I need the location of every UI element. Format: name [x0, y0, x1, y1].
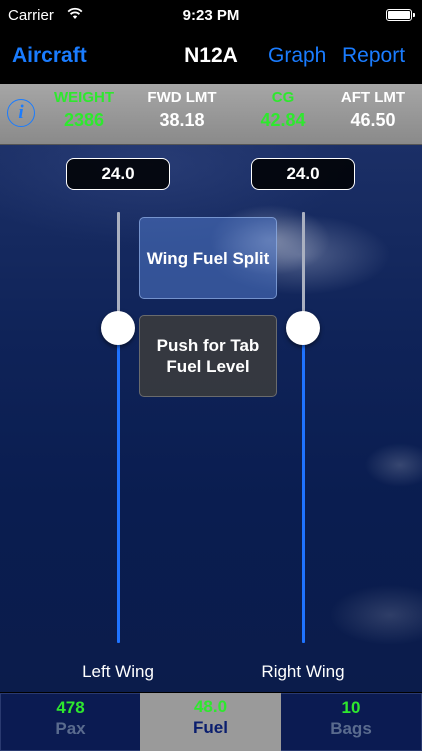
cg-label: CG [271, 89, 295, 106]
cg-value: 42.84 [260, 110, 306, 130]
cg-metric: CG 42.84 [233, 89, 333, 131]
fuel-label: Fuel [193, 718, 228, 737]
aft-limit-metric: AFT LMT 46.50 [323, 89, 422, 131]
weight-label: WEIGHT [54, 89, 114, 106]
right-slider-track-filled[interactable] [301, 328, 305, 643]
left-wing-label: Left Wing [82, 662, 154, 681]
tab-fuel[interactable]: 48.0 Fuel [140, 693, 281, 751]
fwd-limit-value: 38.18 [159, 110, 205, 130]
fuel-value: 48.0 [193, 697, 228, 716]
navigation-bar: Aircraft N12A Graph Report [0, 32, 422, 84]
pax-label: Pax [55, 719, 86, 738]
wing-fuel-split-label: Wing Fuel Split [146, 248, 270, 268]
clock: 9:23 PM [182, 7, 240, 24]
tab-fuel-level-label: Push for Tab Fuel Level [156, 336, 260, 376]
right-fuel-readout: 24.0 [251, 158, 355, 190]
tab-bar: 478 Pax 48.0 Fuel 10 Bags [0, 692, 422, 751]
tab-fuel-level-button[interactable]: Push for Tab Fuel Level [139, 315, 277, 397]
right-wing-label: Right Wing [261, 662, 345, 681]
graph-button[interactable]: Graph [268, 44, 326, 68]
tab-pax[interactable]: 478 Pax [0, 693, 140, 751]
tab-bags[interactable]: 10 Bags [281, 693, 422, 751]
battery-icon [386, 9, 415, 21]
left-slider-track-filled[interactable] [116, 328, 120, 643]
pax-value: 478 [56, 698, 85, 717]
left-fuel-readout: 24.0 [66, 158, 170, 190]
right-wing-fuel-slider-thumb[interactable] [286, 311, 320, 346]
bags-value: 10 [341, 698, 361, 717]
weight-balance-summary: i WEIGHT 2386 FWD LMT 38.18 CG 42.84 AFT… [0, 84, 422, 145]
info-icon[interactable]: i [7, 99, 35, 127]
fwd-limit-metric: FWD LMT 38.18 [132, 89, 232, 131]
weight-value: 2386 [63, 110, 105, 130]
aft-limit-label: AFT LMT [340, 89, 406, 106]
weight-metric: WEIGHT 2386 [34, 89, 134, 131]
wing-fuel-split-button[interactable]: Wing Fuel Split [139, 217, 277, 299]
report-button[interactable]: Report [342, 44, 405, 68]
aft-limit-value: 46.50 [350, 110, 396, 130]
left-wing-fuel-slider-thumb[interactable] [101, 311, 135, 346]
fwd-limit-label: FWD LMT [147, 89, 217, 106]
status-bar: Carrier 9:23 PM [0, 0, 422, 32]
bags-label: Bags [330, 719, 372, 738]
